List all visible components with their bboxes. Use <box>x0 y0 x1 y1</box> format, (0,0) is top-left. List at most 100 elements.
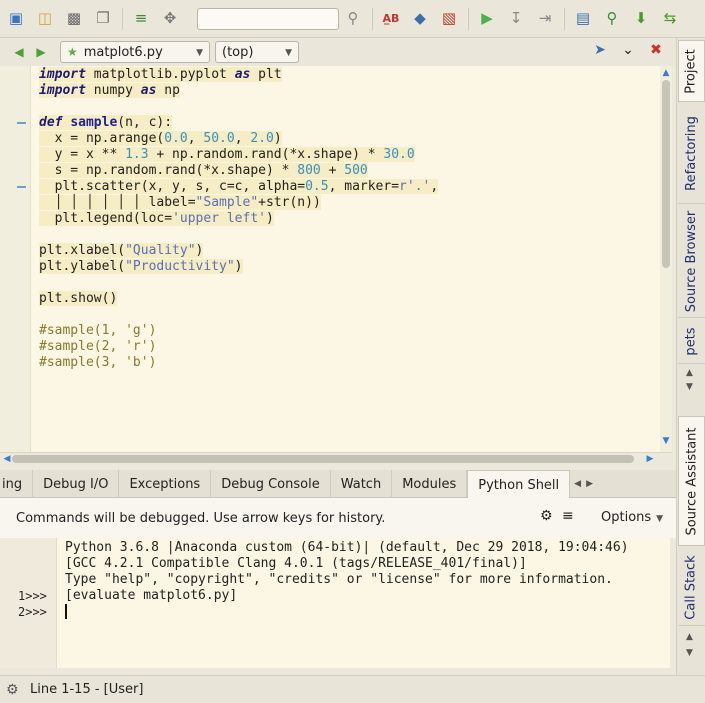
toolbar-search-input[interactable] <box>197 7 339 30</box>
tab-scroll-down-icon[interactable]: ▼ <box>686 382 693 392</box>
fold-marker-icon[interactable] <box>17 122 26 124</box>
goto-icon[interactable]: ✥ <box>160 9 180 29</box>
toolbar-divider <box>564 7 565 30</box>
code-token: , marker= <box>328 179 400 194</box>
tab-ing[interactable]: ing <box>0 470 34 498</box>
tab-python-shell[interactable]: Python Shell <box>467 470 571 498</box>
tab-modules[interactable]: Modules <box>392 470 468 498</box>
scrollbar-thumb[interactable] <box>662 80 670 268</box>
code-line[interactable]: plt.scatter(x, y, s, c=c, alpha=0.5, mar… <box>39 179 439 195</box>
step-icon[interactable]: ↧ <box>506 9 526 29</box>
code-token: ) <box>265 211 274 226</box>
code-token: +str(n)) <box>258 195 321 210</box>
indent-icon[interactable]: ≡ <box>131 9 151 29</box>
code-line-text: #sample(3, 'b') <box>39 355 156 370</box>
new-file-icon[interactable]: ▣ <box>6 9 26 29</box>
pin-icon[interactable]: ➤ <box>590 42 610 58</box>
toolbar-divider <box>372 7 373 30</box>
code-line[interactable]: def sample(n, c): <box>39 115 438 131</box>
menu-chevron-icon[interactable]: ⌄ <box>618 42 638 58</box>
run-config-icon[interactable]: ▧ <box>439 9 459 29</box>
tab-scroll-up-icon[interactable]: ▲ <box>686 368 693 378</box>
save-icon[interactable]: ▩ <box>64 9 84 29</box>
scroll-right-icon[interactable]: ▶ <box>644 454 656 464</box>
tab-source-browser[interactable]: Source Browser <box>678 206 705 318</box>
display-icon[interactable]: ▤ <box>573 9 593 29</box>
shell-input-line[interactable] <box>65 604 670 620</box>
scroll-down-icon[interactable]: ▼ <box>660 436 672 446</box>
tab-watch[interactable]: Watch <box>331 470 393 498</box>
tab-scroll-up-icon[interactable]: ▲ <box>686 632 693 642</box>
file-selector[interactable]: ★ matplot6.py ▼ <box>60 41 210 63</box>
code-line[interactable]: #sample(1, 'g') <box>39 323 438 339</box>
code-line[interactable] <box>39 275 438 291</box>
close-icon[interactable]: ✖ <box>646 42 666 58</box>
code-area[interactable]: import matplotlib.pyplot as plt import nu… <box>39 67 439 371</box>
chevron-left-icon[interactable]: ◀ <box>574 479 581 489</box>
scroll-up-icon[interactable]: ▲ <box>660 68 672 78</box>
forward-arrow-icon[interactable]: ▶ <box>30 45 52 59</box>
tab-scroll-down-icon[interactable]: ▼ <box>686 648 693 658</box>
code-line[interactable]: │ │ │ │ │ │ label="Sample"+str(n)) <box>39 195 438 211</box>
bottom-tool-tabs: ing Debug I/O Exceptions Debug Console Watch… <box>0 470 676 498</box>
download-icon[interactable]: ⬇ <box>631 9 651 29</box>
editor-vertical-scrollbar[interactable]: ▲ ▼ <box>660 66 672 452</box>
code-token: #sample(2, 'r') <box>39 339 157 354</box>
code-line[interactable] <box>39 99 438 115</box>
code-line-text: #sample(2, 'r') <box>39 339 156 354</box>
shell-actions: ⚙ ≡ <box>540 508 584 524</box>
back-arrow-icon[interactable]: ◀ <box>8 45 30 59</box>
step-into-icon[interactable]: ⇥ <box>535 9 555 29</box>
find-icon[interactable]: ⚲ <box>602 9 622 29</box>
code-line[interactable] <box>39 307 438 323</box>
tab-label: pets <box>684 327 699 356</box>
sync-icon[interactable]: ⇆ <box>660 9 680 29</box>
code-token: #sample(1, 'g') <box>39 323 157 338</box>
search-icon[interactable]: ⚲ <box>343 9 363 29</box>
code-line[interactable]: import matplotlib.pyplot as plt <box>39 67 438 83</box>
code-line[interactable]: #sample(3, 'b') <box>39 355 438 371</box>
tab-project[interactable]: Project <box>678 40 705 102</box>
code-line[interactable]: x = np.arange(0.0, 50.0, 2.0) <box>39 131 438 147</box>
code-line[interactable]: y = x ** 1.3 + np.random.rand(*x.shape) … <box>39 147 438 163</box>
tab-snippets[interactable]: pets <box>678 320 705 364</box>
tab-exceptions[interactable]: Exceptions <box>119 470 212 498</box>
tab-refactoring[interactable]: Refactoring <box>678 104 705 204</box>
scope-selector[interactable]: (top) ▼ <box>215 41 299 63</box>
chevron-right-icon[interactable]: ▶ <box>586 479 593 489</box>
code-line[interactable]: import numpy as np <box>39 83 438 99</box>
code-line-text: plt.scatter(x, y, s, c=c, alpha=0.5, mar… <box>39 179 439 194</box>
shell-prompt: 1>>> <box>18 589 47 603</box>
python-icon[interactable]: ◆ <box>410 9 430 29</box>
tab-source-assistant[interactable]: Source Assistant <box>678 416 705 546</box>
python-shell[interactable]: 1>>> 2>>> Python 3.6.8 |Anaconda custom … <box>0 538 670 668</box>
debug-status-icon[interactable]: ⚙ <box>6 682 24 698</box>
code-line[interactable] <box>39 227 438 243</box>
tab-debug-console[interactable]: Debug Console <box>211 470 331 498</box>
save-all-icon[interactable]: ❐ <box>93 9 113 29</box>
debug-run-icon[interactable]: ▶ <box>477 9 497 29</box>
code-line[interactable]: s = np.random.rand(*x.shape) * 800 + 500 <box>39 163 438 179</box>
spellcheck-icon[interactable]: A̲B <box>381 9 401 29</box>
code-line[interactable]: plt.show() <box>39 291 438 307</box>
code-line[interactable]: plt.ylabel("Productivity") <box>39 259 438 275</box>
code-line[interactable]: plt.xlabel("Quality") <box>39 243 438 259</box>
code-line[interactable]: #sample(2, 'r') <box>39 339 438 355</box>
open-folder-icon[interactable]: ◫ <box>35 9 55 29</box>
list-add-icon[interactable]: ≡ <box>562 508 584 524</box>
code-line-text: def sample(n, c): <box>39 115 173 130</box>
code-token: plt.ylabel( <box>39 259 126 274</box>
bug-icon[interactable]: ⚙ <box>540 508 562 524</box>
shell-output[interactable]: Python 3.6.8 |Anaconda custom (64-bit)| … <box>57 538 670 668</box>
editor-horizontal-scrollbar[interactable]: ◀ ▶ <box>0 452 672 464</box>
options-menu[interactable]: Options ▼ <box>601 510 663 525</box>
fold-marker-icon[interactable] <box>17 186 26 188</box>
code-token: 0.0 <box>164 131 188 146</box>
tab-call-stack[interactable]: Call Stack <box>678 550 705 626</box>
code-token: plt.xlabel( <box>39 243 126 258</box>
code-line[interactable]: plt.legend(loc='upper left') <box>39 211 438 227</box>
scrollbar-thumb[interactable] <box>12 455 634 463</box>
tab-debug-i-o[interactable]: Debug I/O <box>33 470 120 498</box>
shell-scrollbar[interactable] <box>670 538 676 668</box>
code-editor[interactable]: import matplotlib.pyplot as plt import nu… <box>0 66 660 452</box>
